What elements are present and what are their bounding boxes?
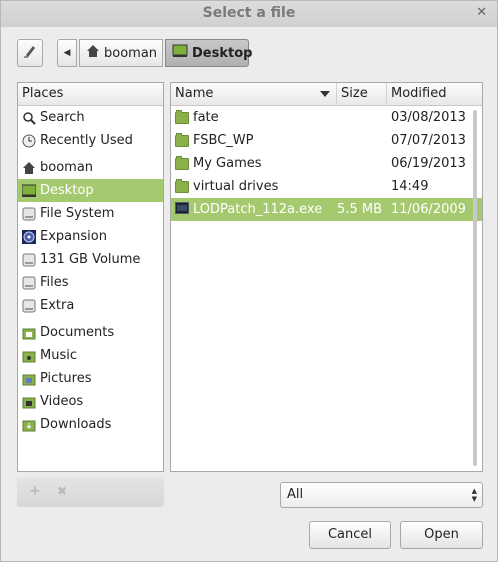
column-header-name[interactable]: Name	[171, 83, 337, 104]
places-item-documents[interactable]: Documents	[18, 321, 163, 344]
search-icon	[22, 111, 36, 125]
folder-icon	[175, 132, 189, 147]
places-item-file-system[interactable]: File System	[18, 202, 163, 225]
file-type-filter-value: All	[287, 487, 304, 502]
desktop-icon	[22, 184, 36, 198]
places-item-extra[interactable]: Extra	[18, 294, 163, 317]
dialog-title: Select a file	[202, 5, 296, 21]
scrollbar-thumb[interactable]	[473, 110, 477, 466]
places-item-videos[interactable]: Videos	[18, 390, 163, 413]
file-row-fsbc-wp[interactable]: FSBC_WP 07/07/2013	[171, 129, 482, 152]
close-icon[interactable]: ✕	[476, 5, 487, 20]
title-bar[interactable]: Select a file ✕	[1, 1, 497, 27]
places-item-desktop[interactable]: Desktop	[18, 179, 163, 202]
pencil-icon	[23, 44, 37, 62]
path-back-button[interactable]: ◀	[57, 39, 77, 67]
folder-icon	[175, 178, 189, 193]
folder-icon	[22, 326, 36, 340]
sort-descending-icon	[320, 91, 330, 97]
path-crumb-home[interactable]: booman	[79, 39, 163, 67]
desktop-icon	[172, 44, 188, 62]
file-list: Name Size Modified fate 03/08/2013 FSBC_…	[170, 82, 483, 472]
add-bookmark-button[interactable]: +	[29, 483, 41, 499]
drive-icon	[22, 207, 36, 221]
column-header-modified[interactable]: Modified	[387, 83, 471, 104]
folder-icon	[22, 372, 36, 386]
spin-arrows-icon: ▲ ▼	[471, 487, 477, 503]
file-row-fate[interactable]: fate 03/08/2013	[171, 106, 482, 129]
cancel-button[interactable]: Cancel	[309, 521, 391, 549]
file-row-my-games[interactable]: My Games 06/19/2013	[171, 152, 482, 175]
places-item-booman[interactable]: booman	[18, 156, 163, 179]
drive-icon	[22, 299, 36, 313]
file-list-scrollbar[interactable]	[469, 106, 481, 470]
file-chooser-dialog: Select a file ✕ ◀ booman Desktop Places …	[0, 0, 498, 562]
places-item-pictures[interactable]: Pictures	[18, 367, 163, 390]
path-crumb-desktop[interactable]: Desktop	[165, 39, 253, 67]
places-item-downloads[interactable]: Downloads	[18, 413, 163, 436]
folder-icon	[175, 109, 189, 124]
folder-icon	[22, 395, 36, 409]
remove-bookmark-button[interactable]: ✖	[57, 484, 67, 498]
places-item-recently-used[interactable]: Recently Used	[18, 129, 163, 152]
file-row-lodpatch[interactable]: LODPatch_112a.exe 5.5 MB 11/06/2009	[171, 198, 482, 221]
executable-icon	[175, 201, 189, 219]
disc-icon	[22, 229, 36, 244]
type-location-button[interactable]	[17, 39, 43, 67]
folder-icon	[22, 349, 36, 363]
places-item-files[interactable]: Files	[18, 271, 163, 294]
file-list-header: Name Size Modified	[171, 83, 482, 106]
places-buttons-bar: + ✖	[17, 477, 164, 507]
places-item-music[interactable]: Music	[18, 344, 163, 367]
drive-icon	[22, 276, 36, 290]
folder-icon	[22, 418, 36, 432]
drive-icon	[22, 253, 36, 267]
places-sidebar: Places Search Recently Used booman Deskt…	[17, 82, 164, 472]
file-type-filter[interactable]: All ▲ ▼	[280, 482, 483, 508]
path-crumb-home-label: booman	[104, 45, 158, 61]
places-item-131gb-volume[interactable]: 131 GB Volume	[18, 248, 163, 271]
places-item-expansion[interactable]: Expansion	[18, 225, 163, 248]
home-icon	[22, 161, 36, 175]
path-crumb-desktop-label: Desktop	[192, 45, 253, 61]
places-item-search[interactable]: Search	[18, 106, 163, 129]
home-icon	[86, 44, 100, 62]
chevron-left-icon: ◀	[63, 48, 71, 58]
folder-icon	[175, 155, 189, 170]
places-header[interactable]: Places	[18, 83, 163, 106]
open-button[interactable]: Open	[400, 521, 483, 549]
clock-icon	[22, 134, 36, 148]
file-row-virtual-drives[interactable]: virtual drives 14:49	[171, 175, 482, 198]
column-header-size[interactable]: Size	[337, 83, 387, 104]
